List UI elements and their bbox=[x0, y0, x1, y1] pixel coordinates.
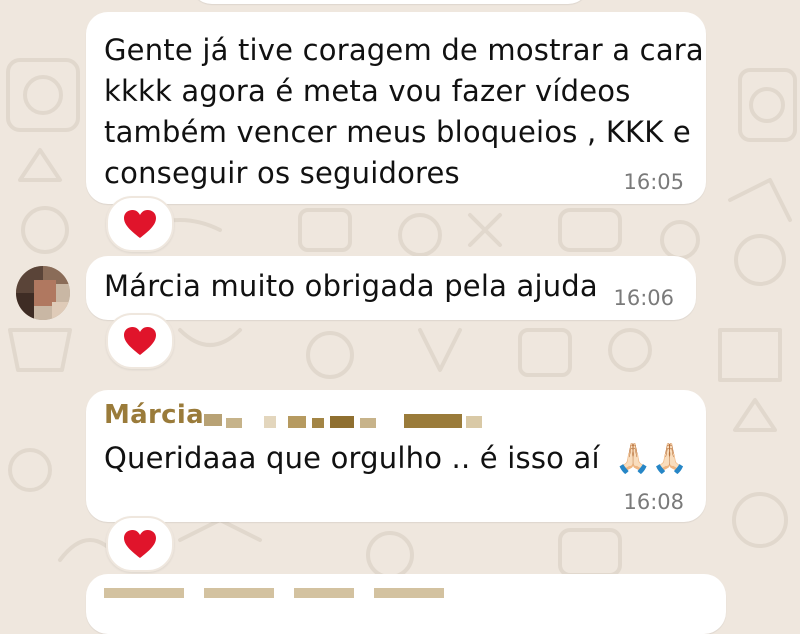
sender-line-partial bbox=[104, 582, 524, 598]
reaction-badge[interactable] bbox=[106, 196, 174, 252]
censored-surname bbox=[204, 410, 594, 428]
message-text: Gente já tive coragem de mostrar a cara … bbox=[104, 30, 704, 194]
red-heart-icon bbox=[124, 210, 156, 238]
message-timestamp: 16:06 bbox=[613, 286, 674, 310]
avatar[interactable] bbox=[16, 266, 70, 320]
reaction-badge[interactable] bbox=[106, 313, 174, 369]
message-bubble-top-partial[interactable] bbox=[190, 0, 590, 4]
message-body: Queridaaa que orgulho .. é isso aí bbox=[104, 441, 600, 475]
message-bubble-2[interactable]: Márcia muito obrigada pela ajuda 16:06 bbox=[86, 256, 696, 320]
message-bubble-partial[interactable] bbox=[86, 574, 726, 634]
message-bubble-1[interactable]: Gente já tive coragem de mostrar a cara … bbox=[86, 12, 706, 204]
red-heart-icon bbox=[124, 530, 156, 558]
message-line: kkkk agora é meta vou fazer vídeos bbox=[104, 74, 631, 108]
message-timestamp: 16:05 bbox=[623, 170, 684, 194]
reaction-badge[interactable] bbox=[106, 516, 174, 572]
red-heart-icon bbox=[124, 327, 156, 355]
praying-hands-emoji: 🙏🏻🙏🏻 bbox=[615, 441, 688, 475]
sender-name: Márcia bbox=[104, 400, 204, 430]
message-timestamp: 16:08 bbox=[623, 490, 684, 514]
message-text: Márcia muito obrigada pela ajuda bbox=[104, 269, 598, 303]
message-text: Queridaaa que orgulho .. é isso aí 🙏🏻🙏🏻 bbox=[104, 438, 688, 479]
avatar-image bbox=[16, 266, 70, 320]
sender-line: Márcia bbox=[104, 400, 524, 434]
message-line: conseguir os seguidores bbox=[104, 156, 460, 190]
message-line: também vencer meus bloqueios , KKK e bbox=[104, 115, 691, 149]
message-line: Gente já tive coragem de mostrar a cara bbox=[104, 33, 704, 67]
message-bubble-3[interactable]: Márcia Queridaaa que orgulho .. é isso a… bbox=[86, 390, 706, 522]
